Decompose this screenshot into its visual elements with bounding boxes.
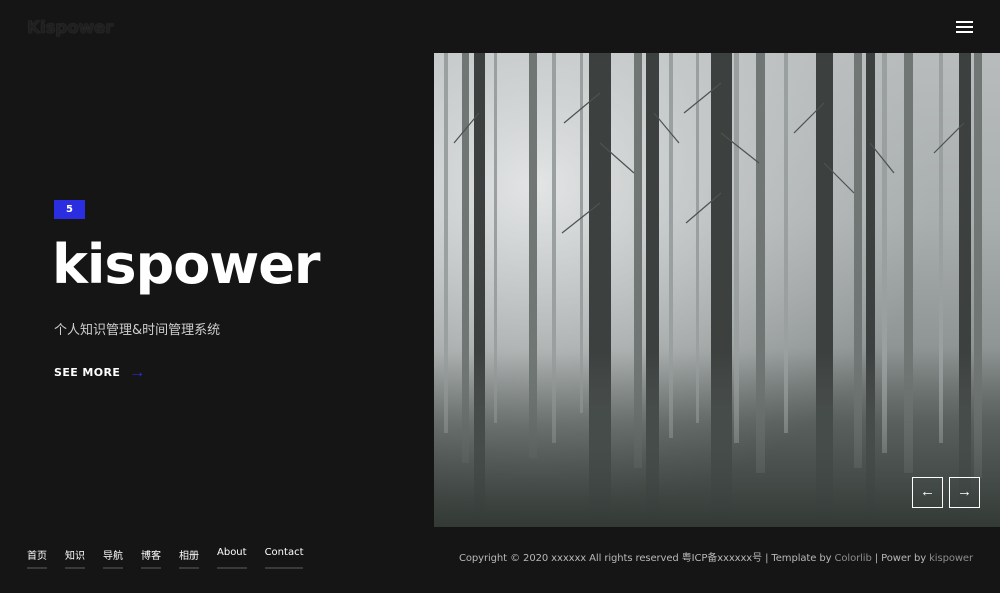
slider-next-button[interactable]: → [949, 477, 980, 508]
copyright-main: Copyright © 2020 xxxxxx All rights reser… [459, 553, 835, 564]
footer-nav-blog[interactable]: 博客 [141, 547, 161, 569]
footer-nav-home[interactable]: 首页 [27, 547, 47, 569]
template-link[interactable]: Colorlib [835, 553, 872, 564]
footer-nav-navigation[interactable]: 导航 [103, 547, 123, 569]
hamburger-menu-icon[interactable] [956, 20, 973, 34]
copyright-text: Copyright © 2020 xxxxxx All rights reser… [459, 549, 973, 564]
site-logo[interactable]: Kispower [27, 18, 113, 38]
slide-number-badge: 5 [54, 200, 85, 219]
footer-nav-album[interactable]: 相册 [179, 547, 199, 569]
power-link[interactable]: kispower [929, 553, 973, 564]
hero-subtitle: 个人知识管理&时间管理系统 [54, 323, 221, 338]
see-more-label: SEE MORE [54, 366, 121, 379]
footer-nav-about[interactable]: About [217, 547, 247, 569]
see-more-link[interactable]: SEE MORE → [54, 363, 146, 381]
footer-nav: 首页 知识 导航 博客 相册 About Contact [27, 547, 321, 569]
footer-nav-knowledge[interactable]: 知识 [65, 547, 85, 569]
copyright-separator: | Power by [871, 553, 930, 564]
footer-nav-contact[interactable]: Contact [264, 547, 304, 569]
slider-prev-button[interactable]: ← [912, 477, 943, 508]
hero-forest-image [434, 53, 1000, 527]
arrow-right-icon: → [129, 363, 146, 381]
hero-title: kispower [52, 233, 320, 296]
